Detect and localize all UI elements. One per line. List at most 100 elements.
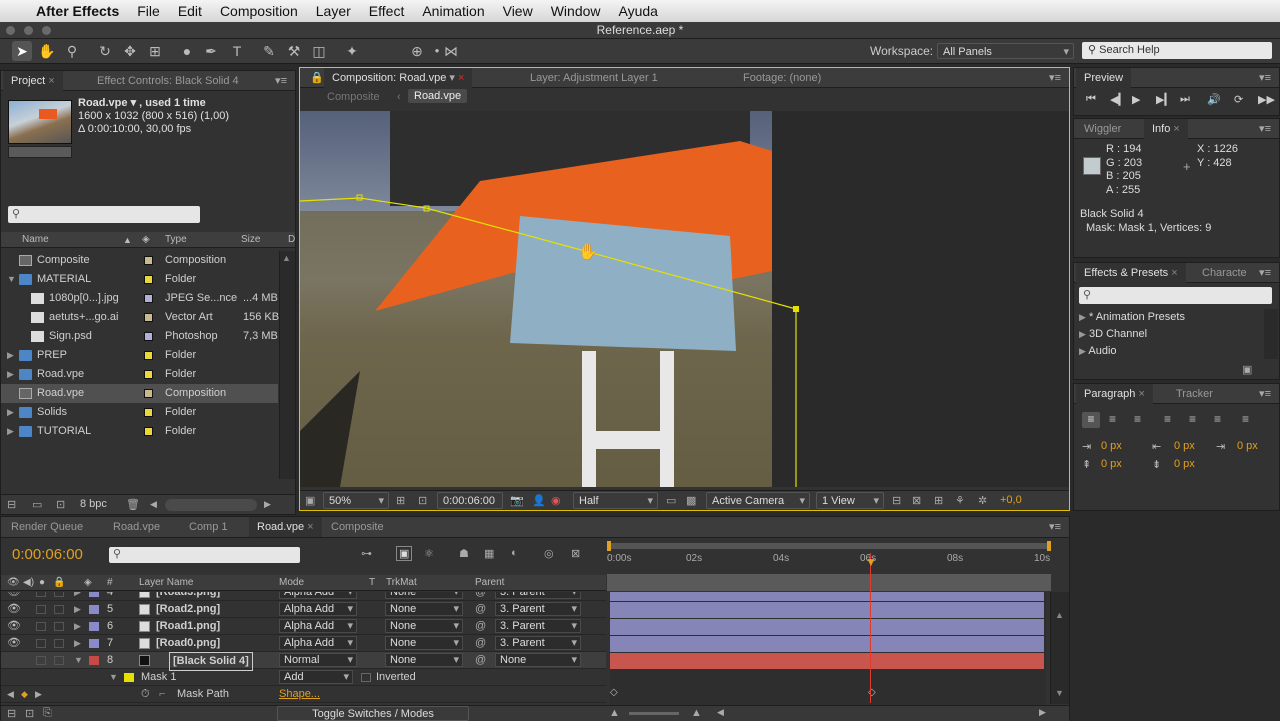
close-icon[interactable]: × [1138, 388, 1144, 400]
region-of-interest-icon[interactable]: ▭ [666, 494, 676, 507]
space-before-value[interactable]: 0 px [1101, 458, 1122, 470]
zoom-window-button[interactable] [42, 26, 51, 35]
menu-effect[interactable]: Effect [369, 3, 405, 19]
tab-comp-1[interactable]: Comp 1 [181, 517, 236, 537]
scroll-left-icon[interactable]: ◀ [717, 707, 724, 718]
selection-tool-icon[interactable]: ➤ [12, 41, 32, 61]
comp-mini-flowchart-icon[interactable]: ⊶ [361, 547, 372, 560]
eye-icon[interactable]: 👁 [7, 618, 21, 635]
first-line-indent-value[interactable]: 0 px [1237, 440, 1258, 452]
project-item[interactable]: 1080p[0...].jpg JPEG Se...nce ...4 MB [1, 289, 278, 308]
project-item[interactable]: ▶ Solids Folder [1, 403, 278, 422]
align-center-icon[interactable]: ≡ [1109, 412, 1116, 426]
expand-stretch-icon[interactable]: ⎘ [43, 707, 52, 720]
mask-path-row[interactable]: ◀ ◆ ▶ ⏱ ⌐ Mask Path Shape... [1, 686, 606, 703]
label-color-swatch[interactable] [144, 407, 153, 417]
col-type[interactable]: Type [165, 232, 187, 248]
tab-effects-presets[interactable]: Effects & Presets × [1076, 263, 1186, 283]
lock-checkbox[interactable] [54, 605, 64, 614]
transparency-grid-icon[interactable]: ▩ [686, 494, 696, 507]
chevron-down-icon[interactable]: ▾ [449, 72, 455, 84]
trash-icon[interactable]: 🗑 [126, 498, 140, 511]
layer-label-color[interactable] [89, 605, 99, 614]
pick-whip-icon[interactable]: @ [475, 652, 486, 669]
menu-file[interactable]: File [137, 3, 160, 19]
collapsed-triangle-icon[interactable]: ▶ [7, 422, 14, 441]
scroll-right-icon[interactable]: ▶ [264, 499, 271, 510]
project-item[interactable]: Sign.psd Photoshop 7,3 MB [1, 327, 278, 346]
preview-toggle-icon[interactable]: ▣ [305, 494, 315, 507]
search-help-input[interactable]: ⚲ Search Help [1082, 42, 1272, 59]
collapsed-triangle-icon[interactable]: ▶ [74, 601, 81, 618]
blend-mode-dropdown[interactable]: Normal ▾ [279, 653, 357, 667]
view-layout-dropdown[interactable]: 1 View [816, 492, 884, 509]
workspace-dropdown[interactable]: All Panels [937, 43, 1074, 60]
mask-path-keyframe[interactable]: ◇ [610, 687, 618, 698]
blend-mode-dropdown[interactable]: Alpha Add ▾ [279, 619, 357, 633]
axis-mode-icon[interactable]: ⊕ [407, 41, 427, 61]
mask-color-swatch[interactable] [124, 673, 134, 682]
layer-duration-bar[interactable] [610, 602, 1044, 618]
brush-tool-icon[interactable]: ✎ [259, 41, 279, 61]
project-item[interactable]: Composite Composition [1, 251, 278, 270]
timeline-search-input[interactable]: ⚲ [109, 547, 300, 563]
track-matte-dropdown[interactable]: None ▾ [385, 619, 463, 633]
eraser-tool-icon[interactable]: ◫ [309, 41, 329, 61]
solo-checkbox[interactable] [36, 639, 46, 648]
layer-row[interactable]: 👁 ▶ 5 [Road2.png] Alpha Add ▾ None ▾ @ 3. … [1, 601, 606, 618]
close-window-button[interactable] [6, 26, 15, 35]
scroll-down-icon[interactable]: ▼ [1055, 688, 1064, 698]
new-preset-icon[interactable]: ▣ [1242, 363, 1252, 376]
blend-mode-dropdown[interactable]: Alpha Add ▾ [279, 636, 357, 650]
motion-blur-icon[interactable]: ◐ [511, 547, 518, 559]
lock-icon[interactable]: 🔒 [310, 71, 324, 84]
layer-row[interactable]: ▼ 8 [Black Solid 4] Normal ▾ None ▾ @ None… [1, 652, 606, 671]
fast-previews-icon[interactable]: ⊠ [912, 494, 921, 507]
effects-item-3d-channel[interactable]: ▶ 3D Channel [1079, 326, 1259, 343]
label-color-swatch[interactable] [144, 350, 153, 360]
tab-info[interactable]: Info × [1144, 119, 1188, 139]
blend-mode-dropdown[interactable]: Alpha Add ▾ [279, 592, 357, 599]
time-ruler[interactable]: 0:00s 02s 04s 06s 08s 10s [607, 541, 1051, 593]
mask-path-value[interactable]: Shape... [279, 686, 320, 703]
tab-road-vpe-1[interactable]: Road.vpe [105, 517, 168, 537]
ellipse-tool-icon[interactable]: ● [177, 41, 197, 61]
exposure-value[interactable]: +0,0 [1000, 494, 1022, 506]
live-update-icon[interactable]: ▣ [396, 546, 413, 561]
tab-footage[interactable]: Footage: (none) [735, 68, 829, 88]
scroll-left-icon[interactable]: ◀ [150, 499, 157, 510]
solo-checkbox[interactable] [36, 605, 46, 614]
first-frame-icon[interactable]: ⏮ [1086, 93, 1096, 106]
panel-menu-icon[interactable]: ▾≡ [1259, 266, 1271, 279]
parent-dropdown[interactable]: 3. Parent ▾ [495, 619, 581, 633]
track-matte-dropdown[interactable]: None ▾ [385, 653, 463, 667]
layer-duration-bar[interactable] [610, 653, 1044, 669]
stopwatch-icon[interactable]: ⏱ [141, 686, 150, 703]
close-icon[interactable]: × [48, 75, 54, 87]
col-layer-name[interactable]: Layer Name [139, 575, 193, 591]
safe-margins-icon[interactable]: ⊞ [396, 494, 405, 507]
label-color-swatch[interactable] [144, 369, 153, 379]
scroll-up-icon[interactable]: ▲ [282, 253, 291, 263]
project-scrollbar[interactable]: ▲ [279, 251, 295, 479]
tab-composition[interactable]: Composition: Road.vpe ▾ × [324, 68, 473, 88]
tab-character[interactable]: Characte [1194, 263, 1255, 283]
label-color-swatch[interactable] [144, 426, 153, 436]
effects-item-animation-presets[interactable]: ▶ * Animation Presets [1079, 309, 1259, 326]
keyframe-icon[interactable]: ◆ [21, 686, 28, 703]
draft-3d-icon[interactable]: ⚛ [424, 547, 434, 560]
timeline-scrollbar[interactable]: ▲ ▼ [1050, 592, 1069, 704]
pan-behind-tool-icon[interactable]: ⊞ [145, 41, 165, 61]
mask-mode-dropdown[interactable]: Add ▾ [279, 670, 353, 684]
inverted-checkbox[interactable] [361, 673, 371, 682]
sort-icon[interactable]: ▲ [123, 232, 132, 248]
pen-tool-icon[interactable]: ✒ [201, 41, 221, 61]
last-frame-icon[interactable]: ⏭ [1180, 93, 1190, 106]
label-color-swatch[interactable] [144, 312, 153, 322]
close-icon[interactable]: × [307, 521, 313, 533]
lock-checkbox[interactable] [54, 622, 64, 631]
layer-name[interactable]: [Road0.png] [156, 635, 220, 652]
space-after-value[interactable]: 0 px [1174, 458, 1195, 470]
app-name[interactable]: After Effects [36, 3, 119, 19]
ram-preview-icon[interactable]: ▶▶ [1258, 93, 1275, 106]
